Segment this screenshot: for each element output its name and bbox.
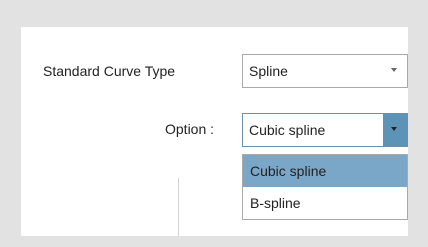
option-value: Cubic spline [249, 122, 326, 138]
option-select[interactable]: Cubic spline [242, 113, 408, 147]
standard-curve-type-value: Spline [249, 63, 288, 79]
standard-curve-type-label: Standard Curve Type [43, 63, 176, 79]
option-dropdown-list: Cubic spline B-spline [242, 154, 408, 220]
chevron-down-icon [391, 127, 397, 131]
dropdown-item-cubic-spline[interactable]: Cubic spline [243, 155, 407, 187]
option-dropdown-button[interactable] [383, 114, 407, 146]
chevron-down-icon [391, 68, 397, 72]
curve-type-dropdown-button[interactable] [383, 55, 407, 87]
standard-curve-type-select[interactable]: Spline [242, 54, 408, 88]
dropdown-item-b-spline[interactable]: B-spline [243, 187, 407, 219]
option-label: Option : [165, 121, 215, 137]
divider-line [178, 178, 179, 236]
